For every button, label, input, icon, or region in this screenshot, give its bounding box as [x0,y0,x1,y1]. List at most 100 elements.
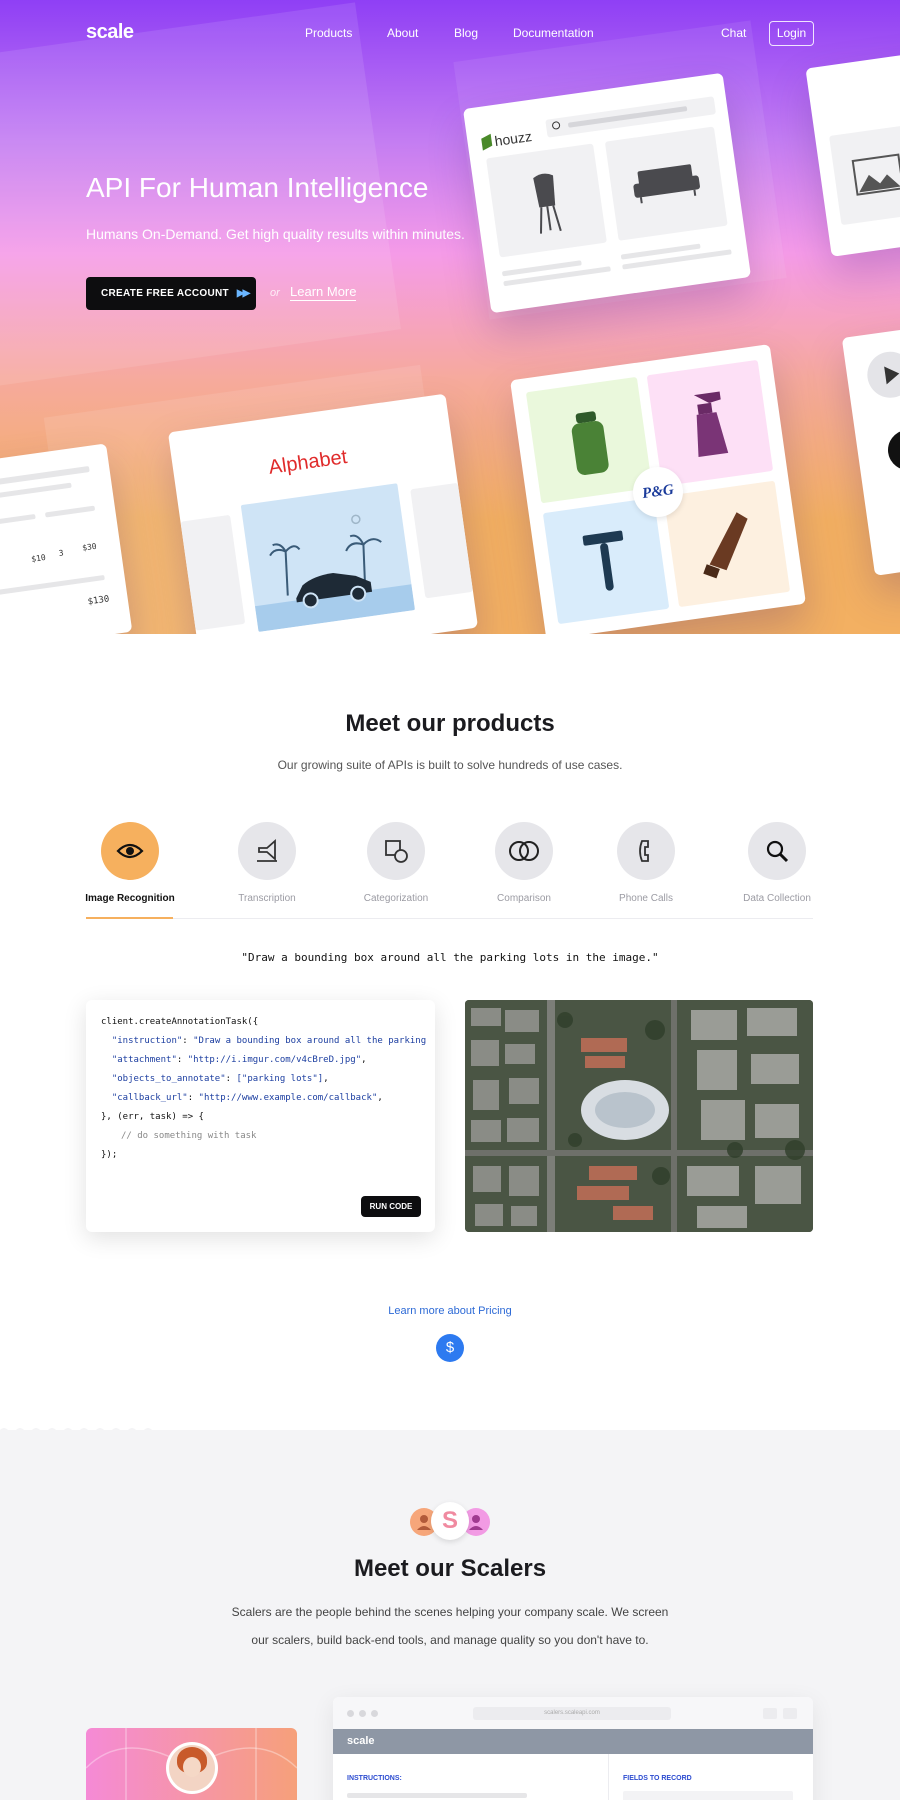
browser-button [783,1708,797,1719]
window-dot [359,1710,366,1717]
s-letter: S [441,1507,458,1534]
code-line: "objects_to_annotate": ["parking lots"], [111,1074,329,1084]
code-line: }, (err, task) => { [101,1112,204,1122]
sofa-tile [604,126,728,241]
nav-blog[interactable]: Blog [454,26,478,40]
field-input-placeholder [623,1791,793,1800]
megaphone-icon [238,822,296,880]
tube-tile [663,480,791,608]
active-tab-indicator [86,917,173,919]
image-placeholder [410,482,474,599]
tab-label: Comparison [497,893,551,904]
phone-icon [617,822,675,880]
price-value: 3 [58,548,65,558]
tube-icon [703,512,748,579]
nav-documentation[interactable]: Documentation [513,26,594,40]
sofa-icon [633,164,700,204]
pricing-link[interactable]: Learn more about Pricing [0,1305,900,1317]
search-icon [551,120,561,130]
window-dot [371,1710,378,1717]
price-value: $30 [81,541,98,553]
play-button-icon [864,348,900,401]
scalers-description-line: Scalers are the people behind the scenes… [231,1605,669,1619]
login-button[interactable]: Login [769,21,814,46]
create-account-button[interactable]: CREATE FREE ACCOUNT ▶▶ [86,277,256,310]
shapes-icon [367,822,425,880]
dollar-icon[interactable]: $ [436,1334,464,1362]
nav-chat[interactable]: Chat [721,26,746,40]
text-placeholder [0,513,36,526]
nav-about[interactable]: About [387,26,418,40]
car-icon [254,514,416,632]
products-title: Meet our products [345,710,555,737]
landscape-icon [851,153,900,196]
aerial-map-image [465,1000,813,1232]
code-line: "attachment": "http://i.imgur.com/v4cBre… [111,1055,367,1065]
hero-section: scale Products About Blog Documentation … [0,0,900,634]
scalers-description-line: our scalers, build back-end tools, and m… [251,1633,649,1647]
code-line: "instruction": "Draw a bounding box arou… [111,1036,427,1046]
chair-icon [533,173,562,234]
tab-image-recognition[interactable]: Image Recognition [70,822,190,904]
alphabet-logo: Alphabet [267,446,349,479]
overlap-circles-icon [495,822,553,880]
tab-label: Image Recognition [85,893,175,904]
tab-data-collection[interactable]: Data Collection [717,822,837,904]
code-line: "callback_url": "http://www.example.com/… [111,1093,383,1103]
car-photo-tile [240,483,416,632]
image-card [805,49,900,257]
task-instruction-quote: "Draw a bounding box around all the park… [241,951,659,964]
nav-products[interactable]: Products [305,26,352,40]
scaler-profile-card [86,1728,297,1800]
or-text: or [270,287,280,299]
search-placeholder-bar [567,106,688,128]
chair-tile [486,143,607,258]
eye-icon [101,822,159,880]
products-subtitle: Our growing suite of APIs is built to so… [277,758,623,772]
scaler-avatars: S [410,1502,490,1542]
image-tile [829,120,900,226]
tab-label: Data Collection [743,893,811,904]
fast-forward-icon: ▶▶ [236,288,250,299]
tab-comparison[interactable]: Comparison [464,822,584,904]
instructions-text-placeholder [347,1793,527,1798]
avatar [166,1742,218,1794]
houzz-logo: houzz [481,128,533,151]
hero-title: API For Human Intelligence [86,172,429,203]
app-header-logo: scale [333,1729,813,1754]
video-card [841,324,900,576]
tab-label: Phone Calls [619,893,673,904]
text-placeholder [0,465,90,488]
houzz-card: houzz [462,72,752,314]
column-divider [608,1754,609,1800]
scale-logo[interactable]: scale [86,21,134,44]
tabs-divider [86,918,813,919]
razor-icon [582,530,624,591]
instructions-label: INSTRUCTIONS: [347,1775,402,1782]
scaler-app-browser: scalers.scaleapi.com scale INSTRUCTIONS:… [333,1697,813,1800]
run-code-button[interactable]: RUN CODE [361,1196,421,1217]
hero-subtitle: Humans On-Demand. Get high quality resul… [86,226,465,242]
tab-phone-calls[interactable]: Phone Calls [586,822,706,904]
price-value: $10 [30,552,47,564]
price-total: $130 [87,594,111,608]
code-line: client.createAnnotationTask({ [101,1017,259,1027]
tab-categorization[interactable]: Categorization [336,822,456,904]
browser-url: scalers.scaleapi.com [473,1707,671,1720]
code-sample-card: client.createAnnotationTask({ "instructi… [86,1000,435,1232]
scalers-title: Meet our Scalers [353,1555,547,1582]
houzz-wordmark: houzz [493,128,533,150]
code-line: }); [101,1150,118,1160]
tab-transcription[interactable]: Transcription [207,822,327,904]
tab-label: Transcription [238,893,296,904]
razor-tile [542,497,670,625]
record-icon [885,427,900,473]
alphabet-card: Alphabet [167,393,479,634]
browser-button [763,1708,777,1719]
houzz-leaf-icon [481,133,493,151]
pg-logo: P&G [641,481,675,503]
learn-more-link[interactable]: Learn More [290,284,357,301]
text-placeholder [44,505,96,518]
browser-chrome: scalers.scaleapi.com [333,1697,813,1729]
scale-s-badge: S [431,1502,469,1540]
